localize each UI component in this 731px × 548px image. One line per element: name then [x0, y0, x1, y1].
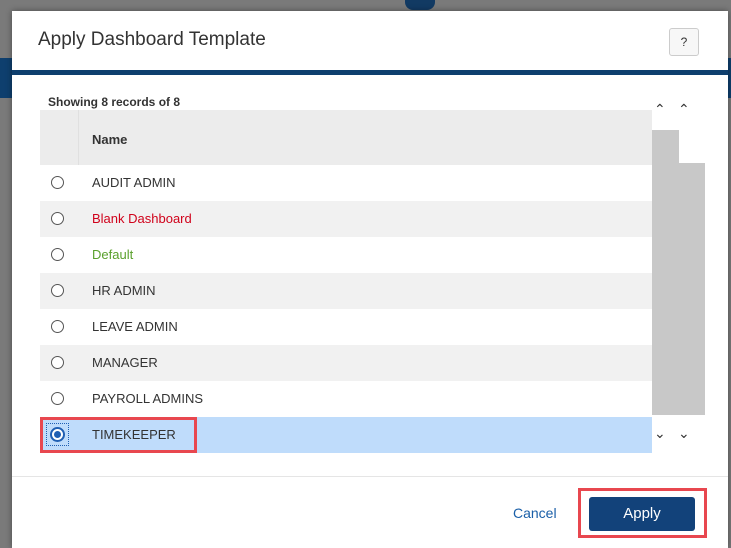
table-row[interactable]: HR ADMIN	[40, 273, 652, 309]
radio-unselected[interactable]	[51, 248, 64, 261]
radio-unselected[interactable]	[51, 212, 64, 225]
radio-unselected[interactable]	[51, 320, 64, 333]
row-label: HR ADMIN	[92, 283, 156, 298]
row-label: MANAGER	[92, 355, 158, 370]
highlight-box-timekeeper	[40, 417, 197, 453]
chevron-up-icon[interactable]: ⌃	[678, 101, 690, 118]
grid-header: Name	[40, 110, 652, 166]
help-button[interactable]: ?	[669, 28, 699, 56]
row-label: Default	[92, 247, 134, 262]
table-row[interactable]: Blank Dashboard	[40, 201, 652, 237]
radio-unselected[interactable]	[51, 392, 64, 405]
chevron-down-icon[interactable]: ⌄	[654, 425, 666, 442]
table-row[interactable]: LEAVE ADMIN	[40, 309, 652, 345]
table-row[interactable]: AUDIT ADMIN	[40, 165, 652, 201]
radio-unselected[interactable]	[51, 176, 64, 189]
background-tab	[405, 0, 435, 10]
radio-unselected[interactable]	[51, 356, 64, 369]
scroll-gap	[679, 130, 705, 163]
name-column-header[interactable]: Name	[92, 132, 127, 147]
select-column-header	[40, 110, 79, 165]
dialog-title: Apply Dashboard Template	[38, 29, 266, 50]
dialog-header: Apply Dashboard Template ?	[12, 11, 728, 75]
row-label: Blank Dashboard	[92, 211, 192, 226]
apply-dashboard-template-dialog: Apply Dashboard Template ? Showing 8 rec…	[12, 11, 728, 548]
template-grid: Name AUDIT ADMIN Blank Dashboard Default HR…	[40, 110, 652, 453]
highlight-box-apply	[578, 488, 707, 538]
table-row[interactable]: PAYROLL ADMINS	[40, 381, 652, 417]
row-label: AUDIT ADMIN	[92, 175, 176, 190]
row-label: LEAVE ADMIN	[92, 319, 178, 334]
background-bar	[0, 58, 12, 98]
chevron-up-icon[interactable]: ⌃	[654, 101, 666, 118]
grid-scrollbar[interactable]: ⌃ ⌃ ⌄ ⌄	[652, 95, 705, 452]
table-row[interactable]: Default	[40, 237, 652, 273]
scroll-track[interactable]	[652, 130, 705, 415]
records-count: Showing 8 records of 8	[48, 95, 181, 109]
row-label: PAYROLL ADMINS	[92, 391, 204, 406]
footer-divider	[12, 476, 728, 477]
table-row[interactable]: MANAGER	[40, 345, 652, 381]
cancel-button[interactable]: Cancel	[513, 505, 557, 521]
chevron-down-icon[interactable]: ⌄	[678, 425, 690, 442]
radio-unselected[interactable]	[51, 284, 64, 297]
